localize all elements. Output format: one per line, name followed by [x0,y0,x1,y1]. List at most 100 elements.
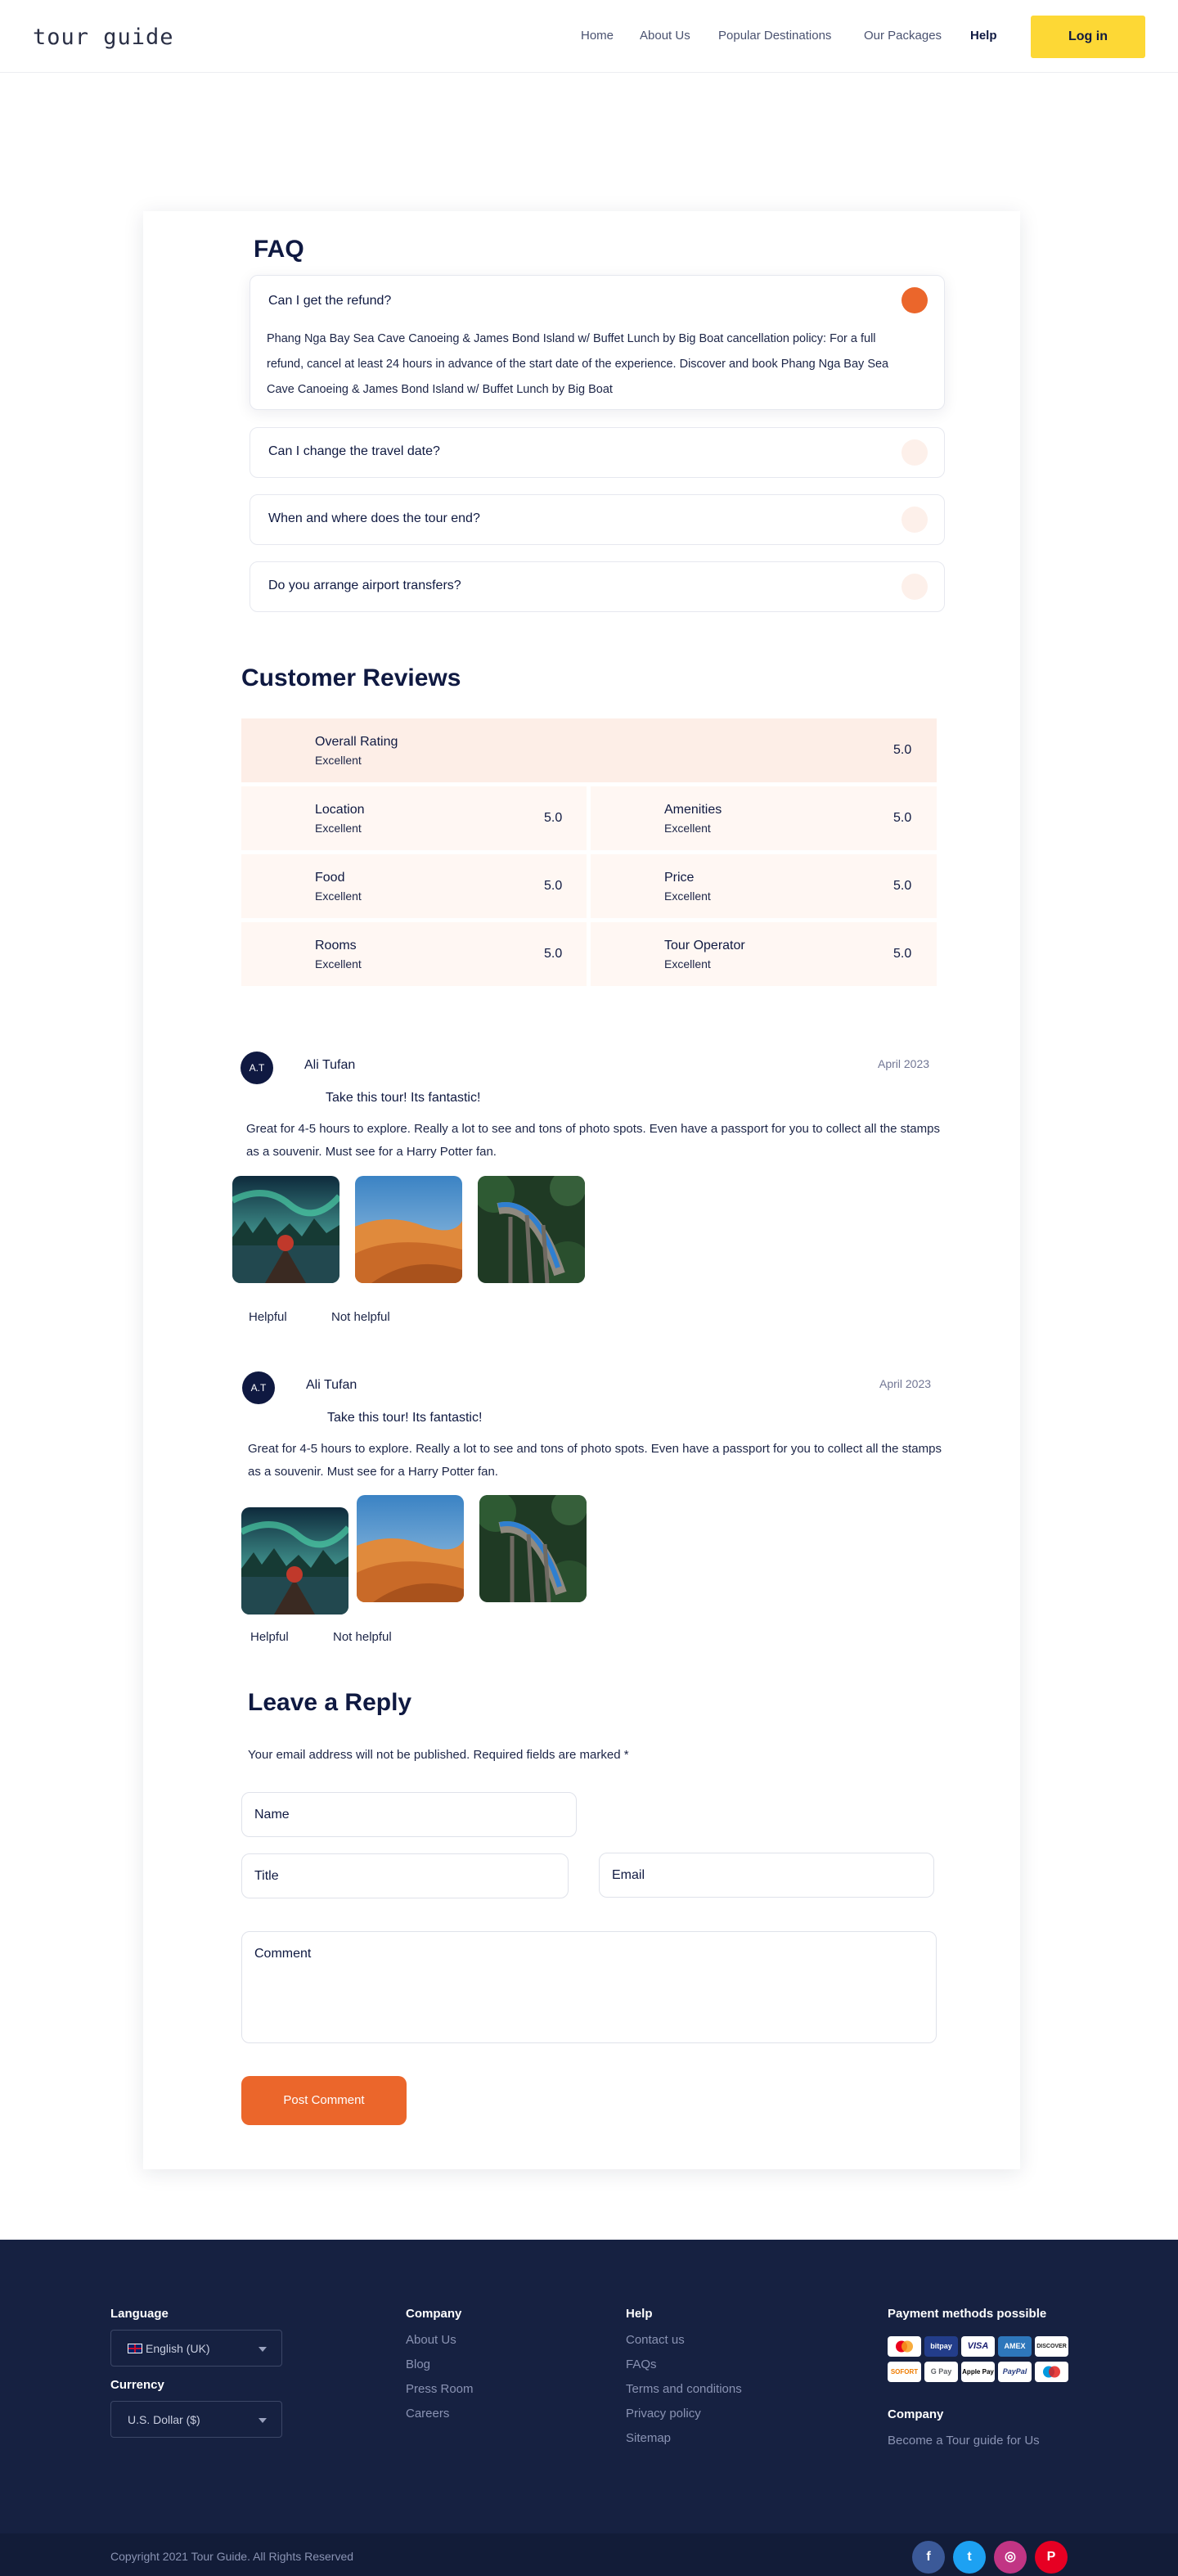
title-field[interactable]: Title [241,1853,569,1898]
rating-name: Location [315,803,365,817]
faq-title: FAQ [254,236,304,263]
faq-question: When and where does the tour end? [268,511,480,525]
footer-link-faqs[interactable]: FAQs [626,2358,657,2371]
uk-flag-icon [128,2344,142,2353]
apple-pay-icon: Apple Pay [961,2362,995,2382]
footer-link-terms[interactable]: Terms and conditions [626,2382,742,2396]
rating-sub: Excellent [664,957,711,971]
twitter-icon[interactable]: t [953,2541,986,2574]
language-value: English (UK) [128,2342,210,2355]
name-field-label: Name [254,1808,290,1822]
rating-value: 5.0 [893,743,912,757]
avatar: A.T [241,1052,273,1084]
faq-item-change-date[interactable]: Can I change the travel date? [250,427,945,478]
rating-value: 5.0 [893,947,912,961]
help-heading: Help [626,2307,653,2321]
rating-value: 5.0 [893,811,912,825]
review-photo-viaduct[interactable] [478,1176,585,1283]
review-photo-desert[interactable] [355,1176,462,1283]
login-button[interactable]: Log in [1031,16,1145,58]
currency-select[interactable]: U.S. Dollar ($) [110,2401,282,2438]
footer-link-sitemap[interactable]: Sitemap [626,2431,671,2445]
chevron-down-icon [259,2418,267,2423]
email-field-label: Email [612,1868,645,1882]
rating-amenities: Amenities Excellent 5.0 [591,786,937,850]
nav-help[interactable]: Help [970,29,997,43]
review-photo-desert[interactable] [357,1495,464,1602]
faq-toggle-icon[interactable] [901,439,928,466]
language-select[interactable]: English (UK) [110,2330,282,2367]
pinterest-icon[interactable]: P [1035,2541,1068,2574]
paypal-icon: PayPal [998,2362,1032,2382]
rating-sub: Excellent [315,889,362,903]
visa-icon: VISA [961,2336,995,2357]
helpful-button[interactable]: Helpful [250,1630,289,1644]
rating-name: Rooms [315,939,357,952]
not-helpful-button[interactable]: Not helpful [333,1630,392,1644]
comment-field[interactable]: Comment [241,1931,937,2043]
discover-icon: DISCOVER [1035,2336,1068,2357]
footer-link-contact-us[interactable]: Contact us [626,2333,685,2347]
faq-item-refund[interactable]: Can I get the refund? Phang Nga Bay Sea … [250,275,945,410]
footer-link-blog[interactable]: Blog [406,2358,430,2371]
language-heading: Language [110,2307,169,2321]
reviewer-name: Ali Tufan [306,1378,357,1392]
rating-overall: Overall Rating Excellent 5.0 [241,718,937,782]
instagram-icon[interactable]: ◎ [994,2541,1027,2574]
review-date: April 2023 [878,1057,930,1070]
footer-link-careers[interactable]: Careers [406,2407,449,2421]
review-photo-viaduct[interactable] [479,1495,587,1602]
title-field-label: Title [254,1869,279,1883]
rating-value: 5.0 [544,947,563,961]
company-heading: Company [406,2307,462,2321]
rating-sub: Excellent [315,957,362,971]
rating-location: Location Excellent 5.0 [241,786,587,850]
post-comment-button[interactable]: Post Comment [241,2076,407,2125]
sofort-icon: SOFORT [888,2362,921,2382]
name-field[interactable]: Name [241,1792,577,1837]
rating-sub: Excellent [315,754,362,767]
review-photo-aurora[interactable] [232,1176,339,1283]
reply-note: Your email address will not be published… [248,1748,629,1762]
rating-sub: Excellent [664,822,711,835]
footer-link-about-us[interactable]: About Us [406,2333,456,2347]
nav-our-packages[interactable]: Our Packages [864,29,942,43]
reply-title: Leave a Reply [248,1689,412,1716]
faq-question: Can I get the refund? [268,294,392,308]
payment-heading: Payment methods possible [888,2307,1047,2321]
nav-popular-destinations[interactable]: Popular Destinations [718,29,831,43]
faq-item-tour-end[interactable]: When and where does the tour end? [250,494,945,545]
footer-link-privacy[interactable]: Privacy policy [626,2407,701,2421]
facebook-icon[interactable]: f [912,2541,945,2574]
review-text: Great for 4-5 hours to explore. Really a… [248,1442,942,1479]
comment-field-label: Comment [254,1947,312,1961]
review-title: Take this tour! Its fantastic! [327,1411,483,1425]
review-text: Great for 4-5 hours to explore. Really a… [246,1122,940,1159]
maestro-icon [1035,2362,1068,2382]
not-helpful-button[interactable]: Not helpful [331,1310,390,1324]
mastercard-icon [888,2336,921,2357]
avatar: A.T [242,1371,275,1404]
faq-toggle-icon[interactable] [901,574,928,600]
faq-answer: Phang Nga Bay Sea Cave Canoeing & James … [267,332,889,396]
footer-link-become-guide[interactable]: Become a Tour guide for Us [888,2434,1040,2448]
bitpay-icon: bitpay [924,2336,958,2357]
rating-rooms: Rooms Excellent 5.0 [241,922,587,986]
rating-value: 5.0 [893,879,912,893]
nav-home[interactable]: Home [581,29,614,43]
rating-sub: Excellent [315,822,362,835]
faq-toggle-icon[interactable] [901,287,928,313]
logo[interactable]: tour guide [33,25,174,50]
site-header: tour guide Home About Us Popular Destina… [0,0,1178,73]
email-field[interactable]: Email [599,1853,934,1898]
nav-about-us[interactable]: About Us [640,29,690,43]
rating-name: Tour Operator [664,939,745,952]
rating-value: 5.0 [544,879,563,893]
footer-link-press-room[interactable]: Press Room [406,2382,474,2396]
company2-heading: Company [888,2407,944,2421]
review-title: Take this tour! Its fantastic! [326,1091,481,1105]
faq-item-airport-transfers[interactable]: Do you arrange airport transfers? [250,561,945,612]
helpful-button[interactable]: Helpful [249,1310,287,1324]
review-photo-aurora[interactable] [241,1507,348,1615]
faq-toggle-icon[interactable] [901,507,928,533]
